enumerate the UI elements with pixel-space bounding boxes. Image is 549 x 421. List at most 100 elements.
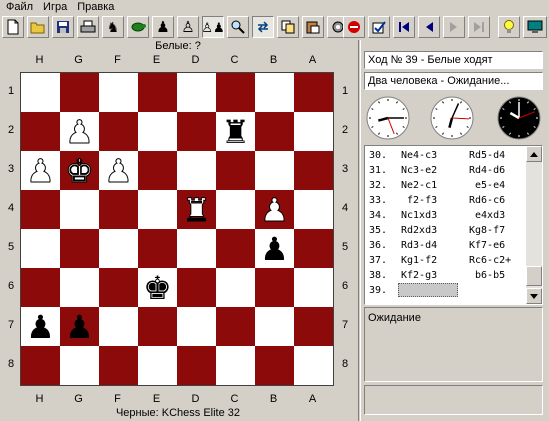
- board-square-a6[interactable]: [294, 268, 333, 307]
- board-square-a8[interactable]: [294, 346, 333, 385]
- board-square-c1[interactable]: [216, 73, 255, 112]
- idea-button[interactable]: [498, 16, 520, 38]
- board-square-b2[interactable]: [255, 112, 294, 151]
- board-square-g7[interactable]: ♟: [60, 307, 99, 346]
- white-pawn-icon[interactable]: ♟: [260, 193, 290, 226]
- board-square-b8[interactable]: [255, 346, 294, 385]
- scroll-down-button[interactable]: [526, 288, 542, 304]
- board-square-a5[interactable]: [294, 229, 333, 268]
- board-square-f3[interactable]: ♟: [99, 151, 138, 190]
- hint-button[interactable]: [227, 16, 249, 38]
- check-button[interactable]: [368, 16, 390, 38]
- copy-button[interactable]: [277, 16, 299, 38]
- move-row-current[interactable]: 39.: [365, 283, 525, 298]
- board-square-f2[interactable]: [99, 112, 138, 151]
- board-square-d8[interactable]: [177, 346, 216, 385]
- board-square-b5[interactable]: ♟: [255, 229, 294, 268]
- board-square-a4[interactable]: [294, 190, 333, 229]
- board-square-a3[interactable]: [294, 151, 333, 190]
- next-move-button[interactable]: [443, 16, 465, 38]
- board-square-c4[interactable]: [216, 190, 255, 229]
- black-pawn-icon[interactable]: ♟: [65, 311, 94, 343]
- board-square-g1[interactable]: [60, 73, 99, 112]
- board-square-f8[interactable]: [99, 346, 138, 385]
- white-rook-icon[interactable]: ♜: [182, 193, 212, 226]
- current-move-cell[interactable]: [398, 283, 458, 297]
- board-square-g6[interactable]: [60, 268, 99, 307]
- board-square-g8[interactable]: [60, 346, 99, 385]
- black-pawn-icon[interactable]: ♟: [26, 311, 55, 343]
- previous-move-button[interactable]: [418, 16, 440, 38]
- black-king-icon[interactable]: ♚: [143, 272, 172, 304]
- board-square-d1[interactable]: [177, 73, 216, 112]
- turtle-button[interactable]: [127, 16, 149, 38]
- board-square-a2[interactable]: [294, 112, 333, 151]
- board-square-e4[interactable]: [138, 190, 177, 229]
- board-square-c6[interactable]: [216, 268, 255, 307]
- move-list[interactable]: 30. Ne4-c3 Rd5-d4 31. Nc3-e2 Rd4-d6 32. Ne2-c…: [364, 145, 543, 305]
- board-square-b6[interactable]: [255, 268, 294, 307]
- save-file-button[interactable]: [52, 16, 74, 38]
- scroll-thumb[interactable]: [526, 266, 542, 286]
- board-square-e5[interactable]: [138, 229, 177, 268]
- white-pawn-button[interactable]: ♙: [177, 16, 199, 38]
- stop-button[interactable]: [343, 16, 365, 38]
- board-square-a7[interactable]: [294, 307, 333, 346]
- board-square-c7[interactable]: [216, 307, 255, 346]
- black-pawn-button[interactable]: ♟: [152, 16, 174, 38]
- board-square-d2[interactable]: [177, 112, 216, 151]
- black-rook-icon[interactable]: ♜: [221, 116, 250, 148]
- board-square-e1[interactable]: [138, 73, 177, 112]
- open-file-button[interactable]: [27, 16, 49, 38]
- board-square-f5[interactable]: [99, 229, 138, 268]
- swap-button[interactable]: [252, 16, 274, 38]
- board-square-d7[interactable]: [177, 307, 216, 346]
- board-square-h7[interactable]: ♟: [21, 307, 60, 346]
- last-move-button[interactable]: [468, 16, 490, 38]
- pawns-button[interactable]: ♙♟: [202, 16, 224, 38]
- board-square-e6[interactable]: ♚: [138, 268, 177, 307]
- board-square-c8[interactable]: [216, 346, 255, 385]
- board-square-a1[interactable]: [294, 73, 333, 112]
- white-pawn-icon[interactable]: ♟: [26, 154, 56, 187]
- board-square-d6[interactable]: [177, 268, 216, 307]
- board-square-c5[interactable]: [216, 229, 255, 268]
- board-square-d4[interactable]: ♜: [177, 190, 216, 229]
- board-square-d5[interactable]: [177, 229, 216, 268]
- menu-file[interactable]: Файл: [0, 0, 37, 14]
- board-square-h8[interactable]: [21, 346, 60, 385]
- board-square-b1[interactable]: [255, 73, 294, 112]
- board-square-h6[interactable]: [21, 268, 60, 307]
- panel-divider[interactable]: [358, 40, 361, 421]
- first-move-button[interactable]: [393, 16, 415, 38]
- board-square-f7[interactable]: [99, 307, 138, 346]
- board-square-f4[interactable]: [99, 190, 138, 229]
- board-square-h4[interactable]: [21, 190, 60, 229]
- new-game-button[interactable]: [2, 16, 24, 38]
- computer-button[interactable]: [523, 16, 547, 38]
- menu-edit[interactable]: Правка: [71, 0, 118, 14]
- board-square-h3[interactable]: ♟: [21, 151, 60, 190]
- undo-move-button[interactable]: ♞: [102, 16, 124, 38]
- board-square-c3[interactable]: [216, 151, 255, 190]
- board-square-h1[interactable]: [21, 73, 60, 112]
- menu-game[interactable]: Игра: [37, 0, 71, 14]
- board-square-g2[interactable]: ♟: [60, 112, 99, 151]
- board-square-e7[interactable]: [138, 307, 177, 346]
- scroll-up-button[interactable]: [526, 146, 542, 162]
- white-pawn-icon[interactable]: ♟: [65, 115, 95, 148]
- paste-button[interactable]: [302, 16, 324, 38]
- board-square-f6[interactable]: [99, 268, 138, 307]
- board-square-e2[interactable]: [138, 112, 177, 151]
- board-square-e8[interactable]: [138, 346, 177, 385]
- black-pawn-icon[interactable]: ♟: [260, 233, 289, 265]
- board-square-g5[interactable]: [60, 229, 99, 268]
- board-square-g3[interactable]: ♚: [60, 151, 99, 190]
- white-king-icon[interactable]: ♚: [65, 154, 95, 187]
- board-square-c2[interactable]: ♜: [216, 112, 255, 151]
- board-square-h2[interactable]: [21, 112, 60, 151]
- board-square-e3[interactable]: [138, 151, 177, 190]
- print-button[interactable]: [77, 16, 99, 38]
- board-square-h5[interactable]: [21, 229, 60, 268]
- board-square-f1[interactable]: [99, 73, 138, 112]
